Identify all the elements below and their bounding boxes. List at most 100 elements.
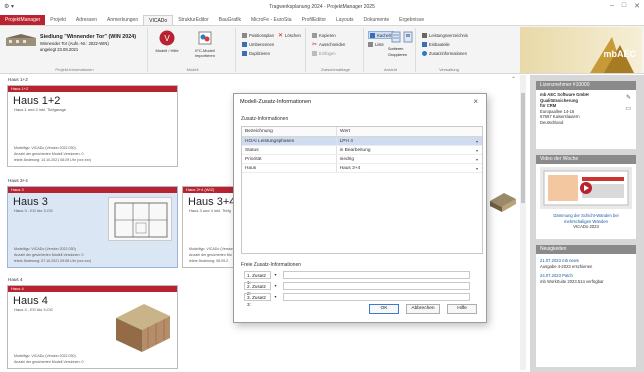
tab-dokumente[interactable]: Dokumente bbox=[359, 15, 395, 25]
grid-row[interactable]: Status in Bearbeitung ▾ bbox=[242, 146, 482, 155]
vicado-icon: V bbox=[159, 30, 175, 46]
loeschen-button[interactable]: ✕ Löschen bbox=[278, 31, 301, 39]
tab-anmerkungen[interactable]: Anmerkungen bbox=[102, 15, 143, 25]
app-window: ⚙ ▾ Tragwerksplanung 2024 - ProjektManag… bbox=[0, 0, 644, 372]
tab-projekt[interactable]: Projekt bbox=[45, 15, 71, 25]
group-bearbeiten: Positionsplan ✕ Löschen Umbenennen Dupliz… bbox=[238, 28, 306, 72]
edit-icon[interactable]: ✎ bbox=[626, 94, 631, 101]
tab-vicado[interactable]: VICADo bbox=[143, 15, 174, 25]
tab-baugrafik[interactable]: BauGrafik bbox=[214, 15, 246, 25]
title-bar: ⚙ ▾ Tragwerksplanung 2024 - ProjektManag… bbox=[0, 0, 644, 14]
free-info-label[interactable]: 2. Zusatz 2: bbox=[244, 282, 271, 296]
minimize-button[interactable]: – bbox=[610, 2, 614, 10]
free-info-label[interactable]: 1. Zusatz 1: bbox=[244, 271, 271, 285]
section-zusatz-informationen: Zusatz-Informationen bbox=[241, 116, 289, 122]
dropdown-arrow-icon[interactable]: ▾ bbox=[271, 293, 280, 301]
vertical-scrollbar[interactable] bbox=[520, 75, 526, 370]
umbenennen-button[interactable]: Umbenennen bbox=[242, 40, 274, 48]
info-icon bbox=[422, 50, 427, 56]
free-info-input[interactable] bbox=[283, 271, 470, 279]
scrollbar-thumb[interactable] bbox=[521, 93, 525, 203]
free-info-input[interactable] bbox=[283, 282, 470, 290]
video-caption[interactable]: Dämmung der Schicht-Wänden bei mehrschal… bbox=[536, 213, 636, 230]
parts-icon bbox=[422, 41, 427, 47]
dropdown-arrow-icon[interactable]: ▾ bbox=[271, 271, 280, 279]
video-thumbnail[interactable] bbox=[540, 167, 632, 209]
news-item[interactable]: 24.07.2023 Patch mb WorkSuite 2023.514 v… bbox=[536, 271, 636, 286]
dropdown-arrow-icon[interactable]: ▾ bbox=[476, 146, 482, 154]
close-button[interactable]: ✕ bbox=[634, 2, 640, 10]
dropdown-arrow-icon[interactable]: ▾ bbox=[476, 155, 482, 163]
kopieren-button[interactable]: Kopieren bbox=[312, 31, 336, 39]
sort-icon[interactable] bbox=[391, 31, 401, 43]
tab-adressen[interactable]: Adressen bbox=[71, 15, 102, 25]
ok-button[interactable]: OK bbox=[369, 304, 399, 314]
svg-text:V: V bbox=[164, 34, 170, 43]
ifc-icon bbox=[198, 31, 212, 45]
section-header[interactable]: Haus 1+2 bbox=[6, 76, 28, 83]
news-header: Neuigkeiten bbox=[536, 245, 636, 254]
gruppieren-label[interactable]: Gruppieren bbox=[388, 53, 407, 57]
dropdown-arrow-icon[interactable]: ▾ bbox=[476, 137, 482, 145]
zusatzinformationen-button[interactable]: Zusatzinformationen bbox=[422, 49, 467, 57]
tab-struktureditor[interactable]: StrukturEditor bbox=[173, 15, 214, 25]
zusatz-info-dialog: Modell-Zusatz-Informationen × Zusatz-Inf… bbox=[233, 93, 487, 323]
tab-projektmanager[interactable]: ProjektManager bbox=[0, 15, 46, 25]
model-card[interactable]: Haus 1+2 Haus 1+2 Haus 1 und 2 inkl. Tie… bbox=[7, 85, 178, 167]
tab-ergebnisse[interactable]: Ergebnisse bbox=[394, 15, 429, 25]
cancel-button[interactable]: Abbrechen bbox=[406, 304, 440, 314]
einfuegen-button[interactable]: Einfügen bbox=[312, 49, 336, 57]
tiles-icon bbox=[370, 32, 375, 38]
free-info-row: 2. Zusatz 2: ▾ bbox=[244, 282, 470, 296]
ribbon: Siedlung "Winnender Tor" (WIN 2024) Winn… bbox=[0, 25, 644, 74]
building-3d-thumbnail bbox=[116, 304, 170, 352]
project-thumbnail-icon bbox=[6, 34, 36, 46]
delete-icon: ✕ bbox=[278, 32, 284, 39]
window-title: Tragwerksplanung 2024 - ProjektManager 2… bbox=[269, 4, 375, 10]
project-subtitle: Winnender Tor (Aufn.-Nr.: 2022-WIN) bbox=[40, 41, 109, 46]
chat-icon[interactable]: ▭ bbox=[625, 105, 631, 112]
help-button[interactable]: Hilfe bbox=[447, 304, 477, 314]
grid-row[interactable]: HOAI Leistungsphasen LPH 4 ▾ bbox=[242, 137, 482, 146]
ribbon-tabs: ProjektManager Projekt Adressen Anmerkun… bbox=[0, 14, 644, 25]
collapse-icon[interactable]: ⌃ bbox=[511, 76, 516, 83]
cut-icon: ✂ bbox=[312, 41, 318, 48]
leistungsverzeichnis-button[interactable]: Leistungsverzeichnis bbox=[422, 31, 468, 39]
model-card-selected[interactable]: Haus 3 Haus 3 Haus 3 - EG bis 3.OG Model… bbox=[7, 186, 178, 268]
group-modell: V Modell / Hilfe IFC-Modell importieren … bbox=[150, 28, 236, 72]
group-label: Zwischenablage bbox=[321, 67, 350, 72]
license-box: Lizenznehmer #10000 mb AEC Software GmbH… bbox=[536, 81, 636, 149]
sortieren-label[interactable]: Sortieren bbox=[388, 47, 403, 51]
modell-button[interactable]: V Modell / Hilfe bbox=[154, 30, 180, 62]
model-card[interactable]: Haus 4 Haus 4 Haus 4 - EG bis 3.OG Model… bbox=[7, 285, 178, 369]
liste-button[interactable]: Liste bbox=[368, 40, 384, 48]
column-header-bezeichnung[interactable]: Bezeichnung bbox=[242, 127, 337, 136]
ifc-import-button[interactable]: IFC-Modell importieren bbox=[188, 30, 222, 62]
free-info-input[interactable] bbox=[283, 293, 470, 301]
dropdown-arrow-icon[interactable]: ▾ bbox=[271, 282, 280, 290]
group-icon[interactable] bbox=[403, 31, 413, 43]
tab-layouts[interactable]: Layouts bbox=[331, 15, 359, 25]
card-meta: Modelltyp: VICADo (Version 2022.030) Anz… bbox=[14, 247, 92, 263]
ausschneiden-button[interactable]: ✂ Ausschneiden bbox=[312, 40, 345, 48]
column-header-wert[interactable]: Wert bbox=[337, 127, 477, 136]
video-box: Video der Woche Dämmung der Schicht-Wänd… bbox=[536, 155, 636, 239]
grid-row[interactable]: Haus Haus 3+4 ▾ bbox=[242, 164, 482, 173]
window-controls: – □ ✕ bbox=[610, 2, 640, 10]
section-header[interactable]: Haus 3+4 bbox=[6, 177, 28, 184]
maximize-button[interactable]: □ bbox=[622, 2, 626, 10]
tab-microfe[interactable]: MicroFe - EuroSta bbox=[246, 15, 297, 25]
plan-icon bbox=[242, 32, 247, 38]
dropdown-arrow-icon[interactable]: ▾ bbox=[476, 164, 482, 172]
section-header[interactable]: Haus 4 bbox=[6, 276, 23, 283]
tab-profileditor[interactable]: ProfilEditor bbox=[297, 15, 331, 25]
einbauteile-button[interactable]: Einbauteile bbox=[422, 40, 450, 48]
free-info-label[interactable]: 3. Zusatz 3: bbox=[244, 293, 271, 307]
news-item[interactable]: 21.07.2023 mb news Ausgabe 4-2023 erschi… bbox=[536, 254, 636, 271]
rename-icon bbox=[242, 41, 247, 47]
grid-row[interactable]: Priorität niedrig ▾ bbox=[242, 155, 482, 164]
duplizieren-button[interactable]: Duplizieren bbox=[242, 49, 270, 57]
dialog-close-button[interactable]: × bbox=[473, 97, 478, 106]
info-sidebar: Lizenznehmer #10000 mb AEC Software GmbH… bbox=[530, 75, 644, 372]
positionsplan-button[interactable]: Positionsplan bbox=[242, 31, 274, 39]
